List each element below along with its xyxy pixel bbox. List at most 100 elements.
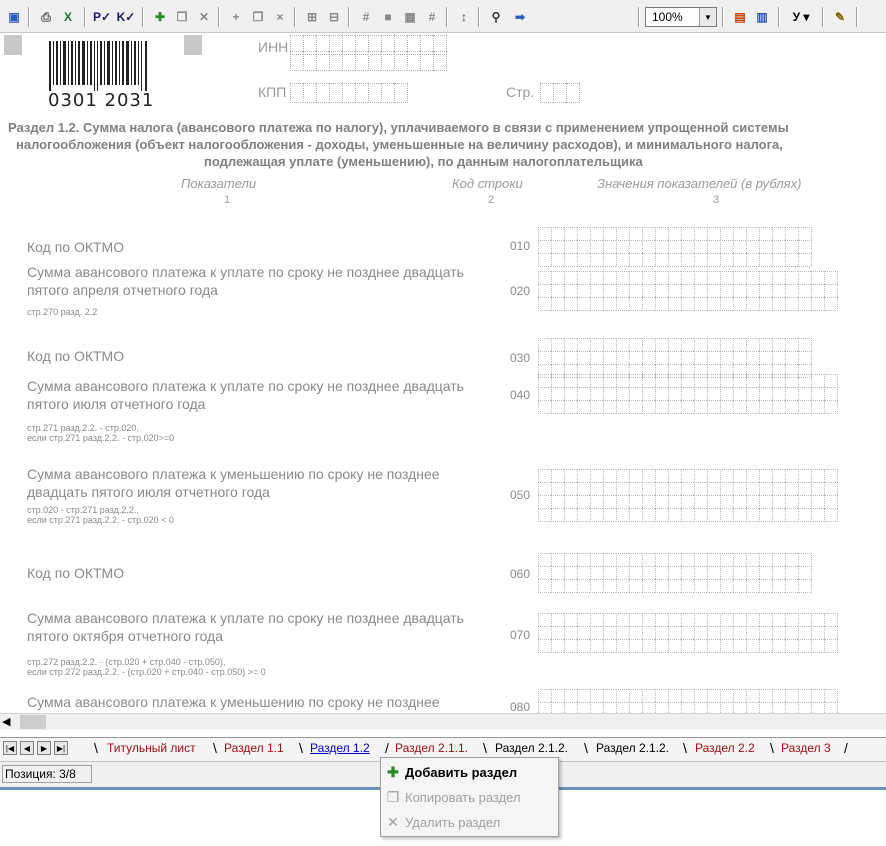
grid-cell [642, 271, 655, 284]
grid-cell [811, 400, 824, 414]
grid-cell [668, 227, 681, 240]
grid-cell [616, 639, 629, 653]
grid-cell [603, 374, 616, 387]
zoom-select[interactable]: 100% ▼ [645, 7, 717, 27]
check-k-icon[interactable]: K✓ [116, 7, 136, 27]
column-number: 2 [488, 194, 495, 206]
grid-cell [785, 626, 798, 639]
delete-row-icon[interactable]: × [270, 7, 290, 27]
grid-row [538, 702, 838, 713]
next-tab-icon[interactable]: ▶ [37, 741, 51, 755]
amount-field[interactable] [538, 374, 838, 414]
oktmo-field[interactable] [538, 553, 812, 593]
char-cell [290, 83, 303, 103]
prev-tab-icon[interactable]: ◀ [20, 741, 34, 755]
grid-cell [707, 374, 720, 387]
grid-cell [590, 227, 603, 240]
copy-section-icon[interactable]: ❐ [172, 7, 192, 27]
amount-field[interactable] [538, 271, 838, 311]
grid-cell [772, 240, 785, 253]
grid-cell [798, 566, 812, 579]
scroll-left-icon[interactable]: ◀ [2, 715, 10, 728]
menu-item-delete-section[interactable]: ✕ Удалить раздел [383, 810, 556, 834]
excel-icon[interactable]: X [58, 7, 78, 27]
add-section-icon[interactable]: ✚ [150, 7, 170, 27]
grid-cell [668, 613, 681, 626]
grid-cell [772, 553, 785, 566]
delete-section-icon[interactable]: ✕ [194, 7, 214, 27]
menu-item-copy-section[interactable]: ❐ Копировать раздел [383, 785, 556, 809]
grid-cell [590, 469, 603, 482]
toolbar-separator [142, 7, 144, 27]
first-tab-icon[interactable]: |◀ [3, 741, 17, 755]
tab-section-2-2[interactable]: Раздел 2.2 [695, 741, 755, 755]
print-icon[interactable]: ⎙ [36, 7, 56, 27]
delete-col-icon[interactable]: ⊟ [324, 7, 344, 27]
char-cell [407, 51, 420, 71]
oktmo-field[interactable] [538, 227, 812, 267]
save-icon[interactable]: ▣ [4, 7, 24, 27]
grid-cell [603, 626, 616, 639]
grid-cell [577, 400, 590, 414]
oktmo-field[interactable] [538, 338, 812, 378]
format2-icon[interactable]: # [422, 7, 442, 27]
check-p-icon[interactable]: P✓ [92, 7, 112, 27]
grid-cell [603, 508, 616, 522]
grid-cell [590, 702, 603, 713]
goto-icon[interactable]: ➡ [510, 7, 530, 27]
tab-section-2-1-2[interactable]: Раздел 2.1.2. [596, 741, 669, 755]
kpp-field[interactable] [290, 83, 408, 103]
amount-field[interactable] [538, 613, 838, 653]
grid-cell [746, 351, 759, 364]
grid-cell [746, 689, 759, 702]
tools-icon[interactable]: ✎ [830, 7, 850, 27]
copy-row-icon[interactable]: ❐ [248, 7, 268, 27]
grid-cell [772, 351, 785, 364]
last-tab-icon[interactable]: ▶| [54, 741, 68, 755]
chevron-down-icon[interactable]: ▼ [699, 8, 716, 26]
grid-cell [564, 495, 577, 508]
grid-cell [577, 702, 590, 713]
grid-cell [759, 297, 772, 311]
grid-cell [668, 553, 681, 566]
grid-cell [564, 400, 577, 414]
scroll-thumb[interactable] [20, 715, 46, 729]
grid-cell [746, 482, 759, 495]
insert-col-icon[interactable]: ⊞ [302, 7, 322, 27]
horizontal-scrollbar[interactable]: ◀ [0, 713, 886, 730]
char-cell [290, 51, 303, 71]
tab-section-3[interactable]: Раздел 3 [781, 741, 831, 755]
grid-cell [629, 469, 642, 482]
grid-cell [681, 689, 694, 702]
form-view-icon[interactable]: ▤ [730, 7, 750, 27]
find-icon[interactable]: ⚲ [486, 7, 506, 27]
char-cell [566, 83, 580, 103]
grid-cell [720, 613, 733, 626]
amount-field[interactable] [538, 469, 838, 522]
grid-cell [720, 284, 733, 297]
format-icon[interactable]: # [356, 7, 376, 27]
grid-cell [616, 351, 629, 364]
menu-item-add-section[interactable]: ✚ Добавить раздел [383, 760, 556, 784]
grid-cell [798, 351, 812, 364]
grid-cell [694, 338, 707, 351]
u-dropdown[interactable]: У ▾ [786, 7, 816, 27]
tab-title-page[interactable]: Титульный лист [107, 741, 196, 755]
char-cell [368, 51, 381, 71]
amount-field[interactable] [538, 689, 838, 713]
grid-cell [551, 639, 564, 653]
sort-icon[interactable]: ↕ [454, 7, 474, 27]
grid-cell [642, 639, 655, 653]
tab-section-1-1[interactable]: Раздел 1.1 [224, 741, 284, 755]
grid-cell [538, 469, 551, 482]
tab-section-2-1-1[interactable]: Раздел 2.1.1. [395, 741, 468, 755]
page-number-field[interactable] [540, 83, 580, 103]
tab-section-2-1-2[interactable]: Раздел 2.1.2. [495, 741, 568, 755]
fill2-icon[interactable]: ▦ [400, 7, 420, 27]
insert-row-icon[interactable]: + [226, 7, 246, 27]
layout-icon[interactable]: ▥ [752, 7, 772, 27]
grid-cell [694, 566, 707, 579]
fill-icon[interactable]: ■ [378, 7, 398, 27]
grid-cell [655, 227, 668, 240]
tab-section-1-2[interactable]: Раздел 1.2 [310, 741, 370, 755]
